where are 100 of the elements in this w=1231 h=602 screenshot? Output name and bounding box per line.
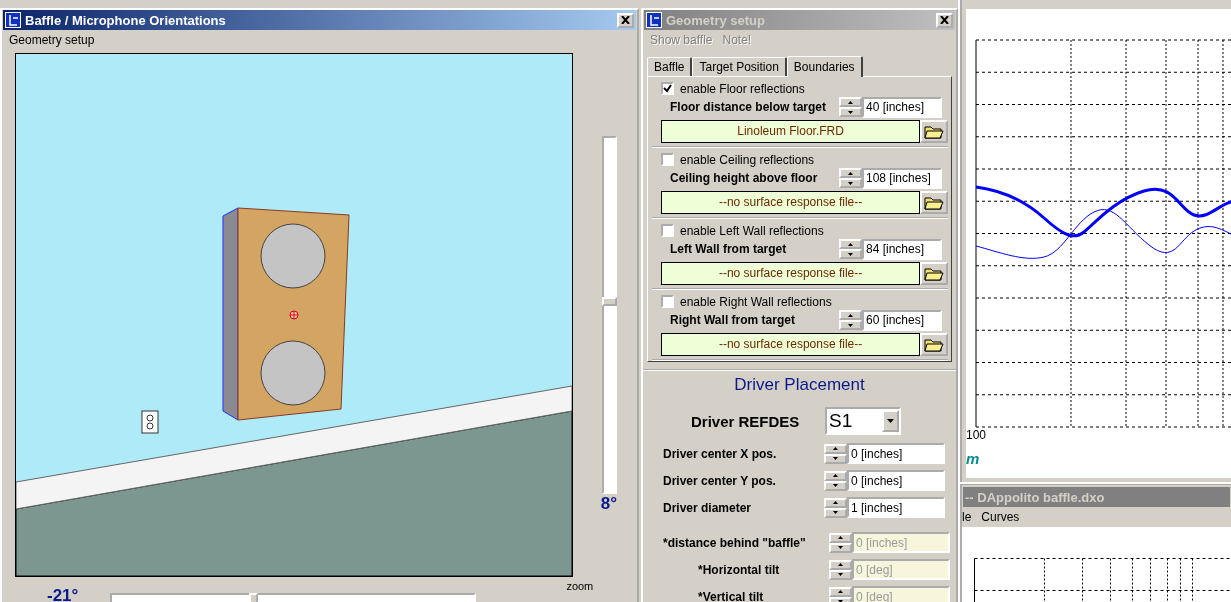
up-arrow-icon xyxy=(848,100,853,104)
axis-label: 100 xyxy=(966,428,987,442)
field-label: *Vertical tilt xyxy=(697,589,765,602)
spin-down-button[interactable] xyxy=(839,249,862,259)
folder-icon xyxy=(924,336,945,353)
checkbox[interactable] xyxy=(661,224,674,237)
field-label: Ceiling height above floor xyxy=(669,171,819,185)
window-title: Geometry setup xyxy=(666,12,766,28)
scene-view[interactable] xyxy=(15,53,573,577)
close-button[interactable] xyxy=(617,12,634,28)
field-label: Left Wall from target xyxy=(669,242,788,256)
spin-up-button[interactable] xyxy=(839,310,862,320)
value-field[interactable]: 0 [inches] xyxy=(847,443,945,464)
down-arrow-icon xyxy=(833,511,838,514)
checkbox[interactable] xyxy=(661,153,674,166)
up-arrow-icon xyxy=(848,313,853,317)
down-arrow-icon xyxy=(848,252,853,256)
spin-up-button[interactable] xyxy=(829,532,852,543)
tab[interactable]: Boundaries xyxy=(786,56,863,77)
zoom-label: zoom xyxy=(566,580,594,592)
field-label: Driver diameter xyxy=(662,500,753,515)
tab[interactable]: Target Position xyxy=(692,57,787,76)
file-field: --no surface response file-- xyxy=(661,333,921,356)
down-arrow-icon xyxy=(838,546,843,549)
open-file-button[interactable] xyxy=(920,333,948,356)
field-label: *Horizontal tilt xyxy=(697,562,781,577)
field-label: Driver center Y pos. xyxy=(662,473,777,488)
angle-reading: -21° xyxy=(47,586,79,602)
distance-field[interactable]: 108 [inches] xyxy=(862,167,942,189)
checkbox-label: enable Floor reflections xyxy=(680,81,805,96)
close-icon xyxy=(621,16,630,24)
down-arrow-icon xyxy=(833,484,838,487)
menu-item[interactable]: Geometry setup xyxy=(9,33,95,47)
check-icon xyxy=(663,84,672,93)
angle-reading: 8° xyxy=(600,494,618,514)
distance-field[interactable]: 84 [inches] xyxy=(862,238,942,260)
menu-item[interactable]: le xyxy=(962,510,972,524)
close-button[interactable] xyxy=(936,12,953,28)
checkbox[interactable] xyxy=(661,82,674,95)
vertical-slider[interactable] xyxy=(601,136,617,494)
spin-down-button[interactable] xyxy=(824,480,847,491)
distance-field[interactable]: 40 [inches] xyxy=(862,96,942,118)
down-arrow-icon xyxy=(848,181,853,185)
file-field: --no surface response file-- xyxy=(661,191,921,214)
down-arrow-icon xyxy=(833,457,838,460)
spin-down-button[interactable] xyxy=(839,320,862,330)
down-arrow-icon xyxy=(848,323,853,327)
menu-item[interactable]: Curves xyxy=(981,510,1020,524)
up-arrow-icon xyxy=(833,447,838,450)
folder-icon xyxy=(924,123,945,140)
wall-outlet-icon xyxy=(141,410,159,434)
section-title: Driver Placement xyxy=(733,375,866,396)
spin-up-button[interactable] xyxy=(824,497,847,508)
open-file-button[interactable] xyxy=(920,191,948,214)
distance-field[interactable]: 60 [inches] xyxy=(862,309,942,331)
spin-down-button[interactable] xyxy=(839,178,862,188)
spin-down-button[interactable] xyxy=(824,507,847,518)
up-arrow-icon xyxy=(838,563,843,566)
checkbox-label: enable Left Wall reflections xyxy=(680,223,824,238)
up-arrow-icon xyxy=(838,536,843,539)
file-field: --no surface response file-- xyxy=(661,262,921,285)
field-label: Right Wall from target xyxy=(669,313,796,327)
up-arrow-icon xyxy=(848,242,853,246)
value-field[interactable]: 1 [inches] xyxy=(847,497,945,518)
close-icon xyxy=(940,16,949,24)
up-arrow-icon xyxy=(838,590,843,593)
spin-up-button[interactable] xyxy=(824,443,847,454)
caret-icon xyxy=(887,419,894,423)
spin-down-button[interactable] xyxy=(829,569,852,580)
down-arrow-icon xyxy=(848,110,853,114)
checkbox[interactable] xyxy=(661,295,674,308)
spin-up-button[interactable] xyxy=(839,97,862,107)
open-file-button[interactable] xyxy=(920,120,948,143)
spin-up-button[interactable] xyxy=(829,559,852,570)
spin-up-button[interactable] xyxy=(839,239,862,249)
field-label: *distance behind "baffle" xyxy=(662,535,807,550)
spin-up-button[interactable] xyxy=(824,470,847,481)
open-file-button[interactable] xyxy=(920,262,948,285)
down-arrow-icon xyxy=(838,573,843,576)
app-icon xyxy=(646,12,662,28)
spin-up-button[interactable] xyxy=(839,168,862,178)
spin-down-button[interactable] xyxy=(824,453,847,464)
chart-caption: m xyxy=(966,450,980,467)
refdes-dropdown[interactable]: S1 xyxy=(825,407,901,435)
up-arrow-icon xyxy=(848,171,853,175)
spin-up-button[interactable] xyxy=(829,586,852,597)
window-title: -- DAppolito baffle.dxo xyxy=(965,489,1106,505)
slider-thumb[interactable] xyxy=(601,296,617,306)
file-field: Linoleum Floor.FRD xyxy=(661,120,921,143)
checkbox-label: enable Ceiling reflections xyxy=(680,152,815,167)
field-label: Driver center X pos. xyxy=(662,446,778,461)
folder-icon xyxy=(924,265,945,282)
app-icon xyxy=(5,12,21,28)
tab[interactable]: Baffle xyxy=(647,57,693,76)
folder-icon xyxy=(924,194,945,211)
spin-down-button[interactable] xyxy=(839,107,862,117)
up-arrow-icon xyxy=(833,501,838,504)
checkbox-label: enable Right Wall reflections xyxy=(680,294,832,309)
value-field[interactable]: 0 [inches] xyxy=(847,470,945,491)
spin-down-button[interactable] xyxy=(829,542,852,553)
